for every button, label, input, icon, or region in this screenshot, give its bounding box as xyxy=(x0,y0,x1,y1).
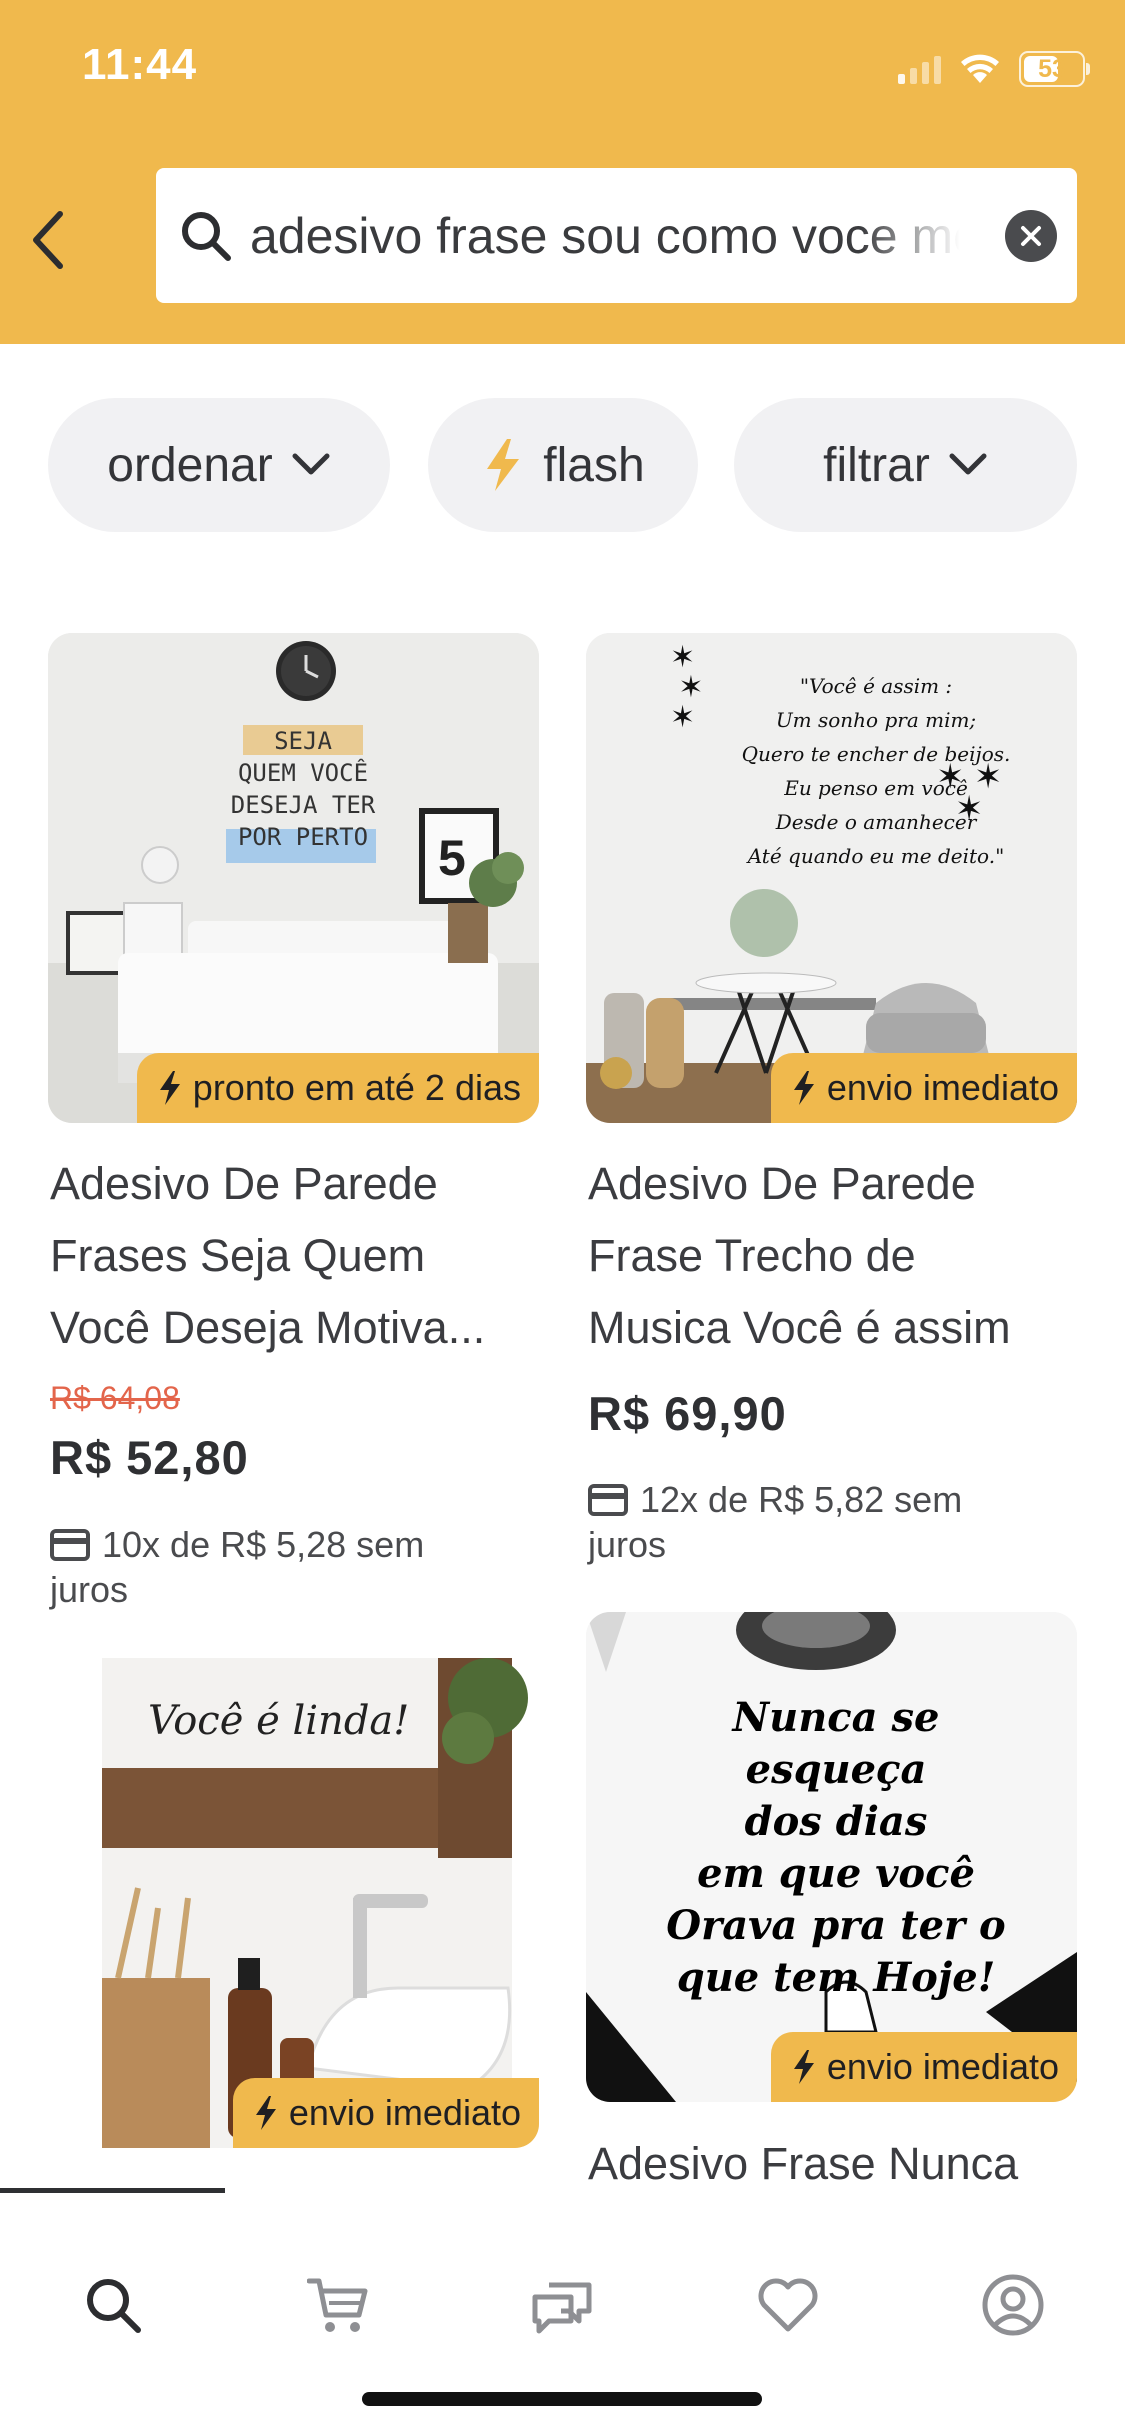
badge-label: pronto em até 2 dias xyxy=(192,1067,521,1108)
tab-profile[interactable] xyxy=(900,2250,1125,2360)
title-line: Musica Você é assim xyxy=(588,1302,1011,1353)
badge-label: envio imediato xyxy=(288,2092,521,2133)
sticker-line: SEJA xyxy=(274,727,332,755)
chevron-down-icon xyxy=(292,453,330,475)
sticker-line: que tem Hoje! xyxy=(676,1954,996,2001)
close-icon xyxy=(1021,226,1041,246)
chevron-down-icon xyxy=(949,453,987,475)
battery-level: 53 xyxy=(1038,54,1066,83)
filter-label: filtrar xyxy=(823,438,930,492)
sort-button[interactable]: ordenar xyxy=(48,398,390,532)
sticker-line: dos dias xyxy=(744,1798,928,1845)
status-icons: 53 xyxy=(898,44,1090,94)
title-line: Você Deseja Motiva... xyxy=(50,1302,486,1353)
credit-card-icon xyxy=(50,1529,90,1561)
home-indicator xyxy=(362,2392,762,2406)
lightning-icon xyxy=(255,2096,276,2130)
product-image[interactable]: Você é linda! envio imediato xyxy=(48,1658,539,2148)
product-price: R$ 69,90 xyxy=(588,1387,787,1440)
delivery-badge: envio imediato xyxy=(232,2078,539,2148)
title-line: Adesivo De Parede xyxy=(50,1158,438,1209)
heart-icon xyxy=(758,2278,817,2332)
sticker-line: QUEM VOCÊ xyxy=(237,759,369,787)
chat-icon xyxy=(532,2282,591,2334)
badge-label: envio imediato xyxy=(826,2046,1059,2087)
search-icon xyxy=(86,2279,141,2333)
delivery-badge: envio imediato xyxy=(770,1053,1077,1123)
product-title[interactable]: Adesivo De Parede Frase Trecho de Musica… xyxy=(588,1148,1088,1364)
sticker-line: Um sonho pra mim; xyxy=(775,708,977,732)
tab-messages[interactable] xyxy=(450,2250,675,2360)
sticker-line: POR PERTO xyxy=(237,823,369,851)
sticker-text: SEJA QUEM VOCÊ DESEJA TER POR PERTO xyxy=(228,725,378,853)
frame-number: 5 xyxy=(438,830,466,886)
sort-label: ordenar xyxy=(107,438,273,492)
delivery-badge: pronto em até 2 dias xyxy=(136,1053,539,1123)
sticker-text: Você é linda! xyxy=(148,1698,410,1744)
installments-text: 10x de R$ 5,28 sem xyxy=(102,1524,425,1565)
product-image[interactable]: Nunca se esqueça dos dias em que você Or… xyxy=(586,1612,1077,2102)
active-tab-indicator xyxy=(0,2188,225,2193)
flash-filter-button[interactable]: flash xyxy=(428,398,698,532)
cart-icon xyxy=(306,2278,367,2332)
status-time: 11:44 xyxy=(82,40,198,89)
star-decoration-icon: ✶ ✶ ✶ xyxy=(936,758,1003,828)
installments-text: 12x de R$ 5,82 sem xyxy=(640,1479,963,1520)
search-bar[interactable]: adesivo frase sou como voce me vê xyxy=(156,168,1077,303)
title-line: Adesivo Frase Nunca xyxy=(588,2138,1019,2188)
search-icon xyxy=(178,208,234,264)
sticker-line: DESEJA TER xyxy=(230,791,376,819)
lightning-icon xyxy=(487,439,520,491)
credit-card-icon xyxy=(588,1484,628,1516)
chevron-left-icon xyxy=(33,211,63,269)
sticker-line: Até quando eu me deito." xyxy=(747,844,1005,868)
lightning-icon xyxy=(793,2050,814,2084)
star-decoration-icon: ✶ ✶ ✶ xyxy=(670,641,704,734)
product-image[interactable]: SEJA QUEM VOCÊ DESEJA TER POR PERTO 5 pr… xyxy=(48,633,539,1123)
lightning-icon xyxy=(793,1071,814,1105)
product-price: R$ 52,80 xyxy=(50,1431,249,1484)
installments: 12x de R$ 5,82 sem juros xyxy=(588,1477,1068,1567)
profile-icon xyxy=(982,2274,1043,2336)
delivery-badge: envio imediato xyxy=(770,2032,1077,2102)
title-line: Adesivo De Parede xyxy=(588,1158,976,1209)
clear-search-button[interactable] xyxy=(1005,210,1057,262)
tab-favorites[interactable] xyxy=(675,2250,900,2360)
product-title[interactable]: Adesivo Frase Nunca xyxy=(588,2128,1088,2188)
sticker-line: "Você é assim : xyxy=(799,674,953,698)
wifi-icon xyxy=(961,54,999,83)
lightning-icon xyxy=(159,1071,180,1105)
product-title[interactable]: Adesivo De Parede Frases Seja Quem Você … xyxy=(50,1148,550,1364)
search-input[interactable]: adesivo frase sou como voce me vê xyxy=(250,207,960,265)
title-line: Frases Seja Quem xyxy=(50,1230,426,1281)
sticker-line: Nunca se esqueça xyxy=(732,1694,940,1793)
installments-text: juros xyxy=(588,1524,667,1565)
sticker-line: em que você xyxy=(697,1850,975,1897)
installments-text: juros xyxy=(50,1569,129,1610)
sticker-line: Orava pra ter o xyxy=(666,1902,1006,1949)
badge-label: envio imediato xyxy=(826,1067,1059,1108)
installments: 10x de R$ 5,28 sem juros xyxy=(50,1522,530,1612)
battery-icon: 53 xyxy=(1019,51,1090,87)
product-image[interactable]: "Você é assim : Um sonho pra mim; Quero … xyxy=(586,633,1077,1123)
tab-search[interactable] xyxy=(0,2250,225,2360)
top-header: 11:44 53 adesivo frase sou como voce me … xyxy=(0,0,1125,344)
filter-button[interactable]: filtrar xyxy=(734,398,1077,532)
flash-label: flash xyxy=(543,438,645,492)
tab-cart[interactable] xyxy=(225,2250,450,2360)
sticker-text: Nunca se esqueça dos dias em que você Or… xyxy=(646,1692,1026,2004)
back-button[interactable] xyxy=(18,200,78,280)
cellular-signal-icon xyxy=(898,54,941,84)
original-price: R$ 64,08 xyxy=(50,1380,180,1416)
title-line: Frase Trecho de xyxy=(588,1230,916,1281)
